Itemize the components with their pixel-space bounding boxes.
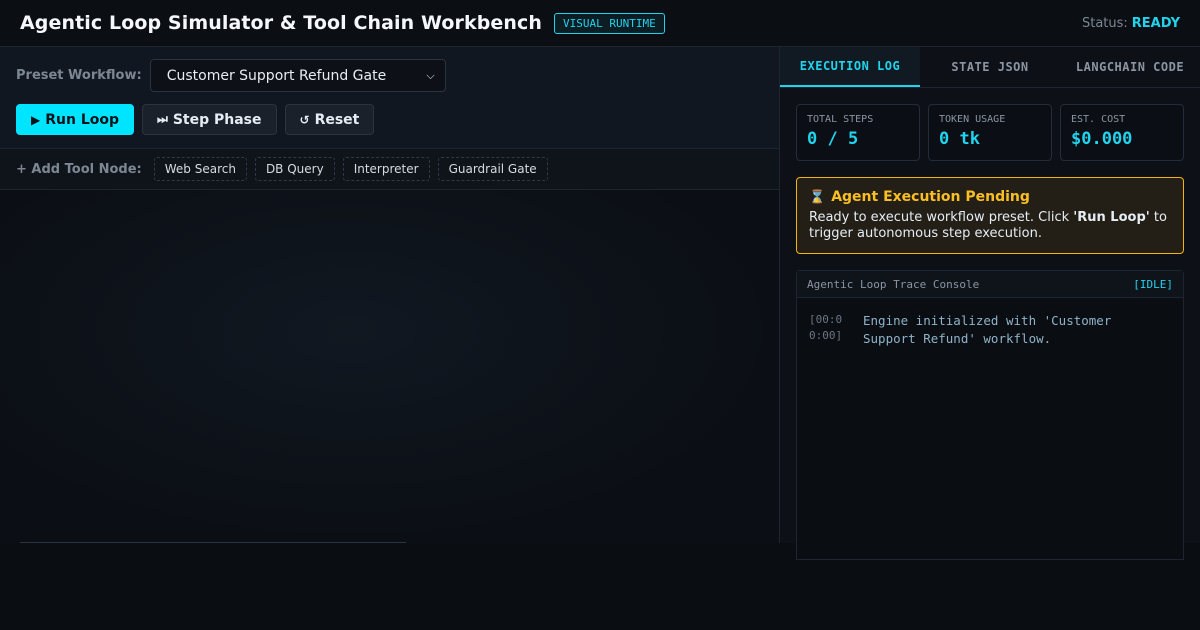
- metric-value: 0 tk: [939, 129, 980, 149]
- console-header: Agentic Loop Trace Console [IDLE]: [797, 271, 1183, 298]
- status-indicator: Status: READY: [1082, 16, 1180, 31]
- reset-icon: ↺: [299, 112, 310, 127]
- app-title: Agentic Loop Simulator & Tool Chain Work…: [20, 12, 543, 34]
- pending-alert: ⌛ Agent Execution Pending Ready to execu…: [796, 177, 1184, 254]
- canvas-divider: [20, 542, 406, 543]
- alert-body-text: Ready to execute workflow preset. Click: [809, 210, 1074, 225]
- runtime-badge: VISUAL RUNTIME: [554, 12, 665, 34]
- tool-chip-web-search[interactable]: Web Search: [153, 157, 247, 181]
- status-label: Status:: [1081, 15, 1128, 31]
- tab-langchain-code[interactable]: LANGCHAIN CODE: [1060, 47, 1200, 87]
- preset-selected-value: Customer Support Refund Gate: [166, 67, 387, 84]
- metric-est-cost: EST. COST $0.000: [1060, 104, 1184, 161]
- add-tool-label: + Add Tool Node:: [16, 161, 142, 177]
- metric-label: EST. COST: [1071, 114, 1126, 125]
- tool-node-bar: + Add Tool Node: Web Search DB Query Int…: [0, 149, 779, 190]
- reset-label: Reset: [314, 111, 360, 128]
- tab-state-json[interactable]: STATE JSON: [920, 47, 1060, 87]
- inspector-panel: EXECUTION LOG STATE JSON LANGCHAIN CODE …: [779, 47, 1200, 560]
- alert-title: ⌛ Agent Execution Pending: [809, 189, 1171, 205]
- run-loop-button[interactable]: ▶ Run Loop: [16, 104, 135, 135]
- run-loop-label: Run Loop: [45, 111, 120, 128]
- metric-total-steps: TOTAL STEPS 0 / 5: [796, 104, 920, 161]
- control-panel: Preset Workflow: Customer Support Refund…: [0, 47, 779, 149]
- metric-token-usage: TOKEN USAGE 0 tk: [928, 104, 1052, 161]
- alert-body-emphasis: 'Run Loop': [1073, 210, 1150, 225]
- chevron-down-icon: ⌵: [426, 68, 435, 82]
- metric-value: 0 / 5: [807, 129, 859, 149]
- step-phase-label: Step Phase: [172, 111, 262, 128]
- alert-body: Ready to execute workflow preset. Click …: [809, 210, 1171, 242]
- workflow-canvas[interactable]: [0, 190, 779, 543]
- step-phase-button[interactable]: ⏭ Step Phase: [142, 104, 277, 135]
- status-value: READY: [1131, 15, 1180, 31]
- preset-label: Preset Workflow:: [16, 68, 142, 83]
- metric-label: TOKEN USAGE: [939, 114, 1006, 125]
- metric-value: $0.000: [1071, 129, 1133, 149]
- log-timestamp: [00:00:00]: [809, 313, 843, 342]
- top-bar: Agentic Loop Simulator & Tool Chain Work…: [0, 0, 1200, 47]
- hourglass-icon: ⌛: [809, 189, 826, 205]
- console-title: Agentic Loop Trace Console: [807, 277, 980, 291]
- play-icon: ▶: [31, 112, 41, 127]
- tool-chip-interpreter[interactable]: Interpreter: [342, 157, 430, 181]
- trace-console: Agentic Loop Trace Console [IDLE] [00:00…: [796, 270, 1184, 560]
- log-message: Engine initialized with 'Customer Suppor…: [863, 313, 1112, 346]
- inspector-tabs: EXECUTION LOG STATE JSON LANGCHAIN CODE: [780, 47, 1200, 88]
- metrics-row: TOTAL STEPS 0 / 5 TOKEN USAGE 0 tk EST. …: [780, 88, 1200, 161]
- reset-button[interactable]: ↺ Reset: [284, 104, 375, 135]
- console-state-badge: [IDLE]: [1133, 277, 1173, 291]
- log-entry: [00:00:00] Engine initialized with 'Cust…: [797, 298, 1183, 348]
- workbench-panel: Preset Workflow: Customer Support Refund…: [0, 47, 779, 543]
- metric-label: TOTAL STEPS: [807, 114, 874, 125]
- tab-execution-log[interactable]: EXECUTION LOG: [780, 47, 920, 87]
- preset-workflow-select[interactable]: Customer Support Refund Gate ⌵: [149, 59, 446, 92]
- alert-title-text: Agent Execution Pending: [831, 189, 1030, 205]
- skip-forward-icon: ⏭: [157, 112, 168, 126]
- tool-chip-guardrail-gate[interactable]: Guardrail Gate: [437, 157, 548, 181]
- tool-chip-db-query[interactable]: DB Query: [254, 157, 335, 181]
